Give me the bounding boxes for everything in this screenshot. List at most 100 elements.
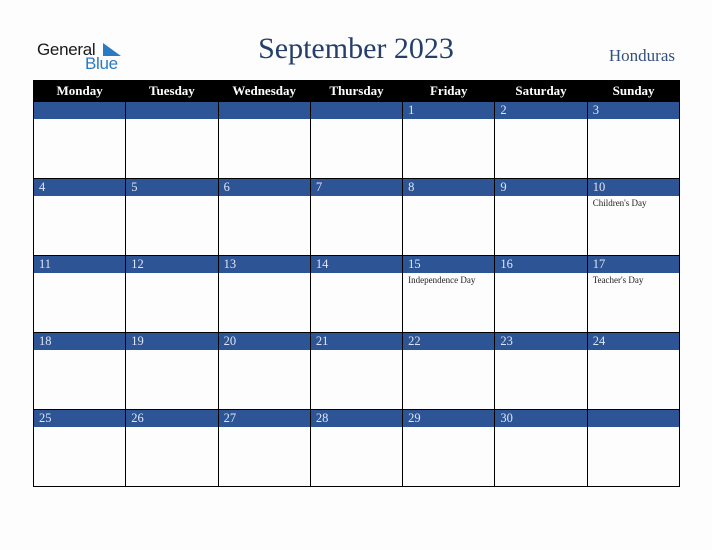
- holiday-label: Children's Day: [592, 198, 647, 208]
- holiday-label: [588, 427, 679, 429]
- day-number: 5: [126, 179, 218, 196]
- day-cell[interactable]: [309, 101, 404, 179]
- holiday-label: Independence Day: [408, 275, 476, 285]
- weekday-header-wednesday: Wednesday: [217, 80, 311, 102]
- day-number: 11: [34, 256, 126, 273]
- day-cell[interactable]: 18: [32, 332, 127, 410]
- day-cell[interactable]: 2: [494, 101, 588, 179]
- day-cell[interactable]: 26: [125, 409, 219, 487]
- day-number: 4: [34, 179, 126, 196]
- day-number: 18: [34, 333, 126, 350]
- day-cell[interactable]: 23: [494, 332, 588, 410]
- day-cell[interactable]: 20: [217, 332, 311, 410]
- holiday-label: [311, 273, 402, 275]
- holiday-label: [403, 196, 494, 198]
- holiday-label: [126, 119, 217, 121]
- holiday-label: [126, 350, 217, 352]
- day-cell[interactable]: 8: [402, 178, 496, 256]
- day-number: 13: [218, 256, 310, 273]
- day-number: 9: [495, 179, 587, 196]
- holiday-label: [495, 196, 586, 198]
- day-cell[interactable]: 4: [32, 178, 127, 256]
- day-cell[interactable]: 22: [402, 332, 496, 410]
- day-number: [587, 410, 679, 427]
- day-cell[interactable]: 13: [217, 255, 311, 333]
- day-cell[interactable]: 14: [309, 255, 404, 333]
- day-cell[interactable]: 27: [217, 409, 311, 487]
- holiday-label: [311, 350, 402, 352]
- day-cell[interactable]: 1: [402, 101, 496, 179]
- week-row: 123: [32, 101, 681, 179]
- day-cell[interactable]: 30: [494, 409, 588, 487]
- day-number: 7: [310, 179, 403, 196]
- day-cell[interactable]: 5: [125, 178, 219, 256]
- calendar-title: September 2023: [258, 32, 454, 65]
- day-number: 17: [587, 256, 679, 273]
- day-cell[interactable]: 28: [309, 409, 404, 487]
- day-cell[interactable]: [125, 101, 219, 179]
- holiday-label: [495, 119, 586, 121]
- day-number: 25: [34, 410, 126, 427]
- day-number: 26: [126, 410, 218, 427]
- weekday-header-saturday: Saturday: [494, 80, 588, 102]
- holiday-label: [219, 119, 310, 121]
- day-cell[interactable]: 3: [586, 101, 681, 179]
- holiday-label: [403, 119, 494, 121]
- holiday-label: [34, 119, 125, 121]
- weekday-header-friday: Friday: [402, 80, 495, 102]
- day-cell[interactable]: 25: [32, 409, 127, 487]
- day-number: 3: [587, 102, 679, 119]
- day-cell[interactable]: 12: [125, 255, 219, 333]
- day-number: 23: [495, 333, 587, 350]
- holiday-label: [219, 273, 310, 275]
- holiday-label: [588, 350, 679, 352]
- day-number: 15: [403, 256, 495, 273]
- holiday-label: [219, 427, 310, 429]
- day-number: 16: [495, 256, 587, 273]
- day-number: 30: [495, 410, 587, 427]
- day-cell[interactable]: [217, 101, 311, 179]
- holiday-label: [126, 196, 217, 198]
- day-number: [218, 102, 310, 119]
- day-cell[interactable]: 17 Teacher's Day: [586, 255, 681, 333]
- holiday-label: [495, 350, 586, 352]
- day-number: 19: [126, 333, 218, 350]
- day-number: 27: [218, 410, 310, 427]
- day-number: [126, 102, 218, 119]
- day-cell[interactable]: 24: [586, 332, 681, 410]
- country-label: Honduras: [608, 46, 675, 65]
- day-number: 22: [403, 333, 495, 350]
- day-cell[interactable]: 9: [494, 178, 588, 256]
- day-number: 14: [310, 256, 403, 273]
- holiday-label: [311, 196, 402, 198]
- holiday-label: [219, 350, 310, 352]
- day-number: 29: [403, 410, 495, 427]
- holiday-label: [588, 119, 679, 121]
- holiday-label: [311, 119, 402, 121]
- day-number: 12: [126, 256, 218, 273]
- weekday-header-sunday: Sunday: [586, 80, 680, 102]
- day-cell[interactable]: 29: [402, 409, 496, 487]
- day-number: 21: [310, 333, 403, 350]
- holiday-label: [34, 427, 125, 429]
- day-cell[interactable]: 11: [32, 255, 127, 333]
- day-cell[interactable]: 10 Children's Day: [586, 178, 681, 256]
- week-row: 25 26 27 28 29 30: [32, 409, 681, 487]
- calendar-grid: Monday Tuesday Wednesday Thursday Friday Satu…: [32, 80, 681, 487]
- day-cell[interactable]: 6: [217, 178, 311, 256]
- holiday-label: [495, 273, 586, 275]
- holiday-label: [311, 427, 402, 429]
- day-number: 10: [587, 179, 679, 196]
- day-cell[interactable]: 15 Independence Day: [402, 255, 496, 333]
- day-cell[interactable]: 7: [309, 178, 404, 256]
- day-cell[interactable]: [586, 409, 681, 487]
- holiday-label: [126, 273, 217, 275]
- day-cell[interactable]: 19: [125, 332, 219, 410]
- holiday-label: [34, 350, 125, 352]
- day-cell[interactable]: [32, 101, 127, 179]
- day-number: 28: [310, 410, 403, 427]
- weekday-header-tuesday: Tuesday: [125, 80, 219, 102]
- day-cell[interactable]: 21: [309, 332, 404, 410]
- day-cell[interactable]: 16: [494, 255, 588, 333]
- day-number: 24: [587, 333, 679, 350]
